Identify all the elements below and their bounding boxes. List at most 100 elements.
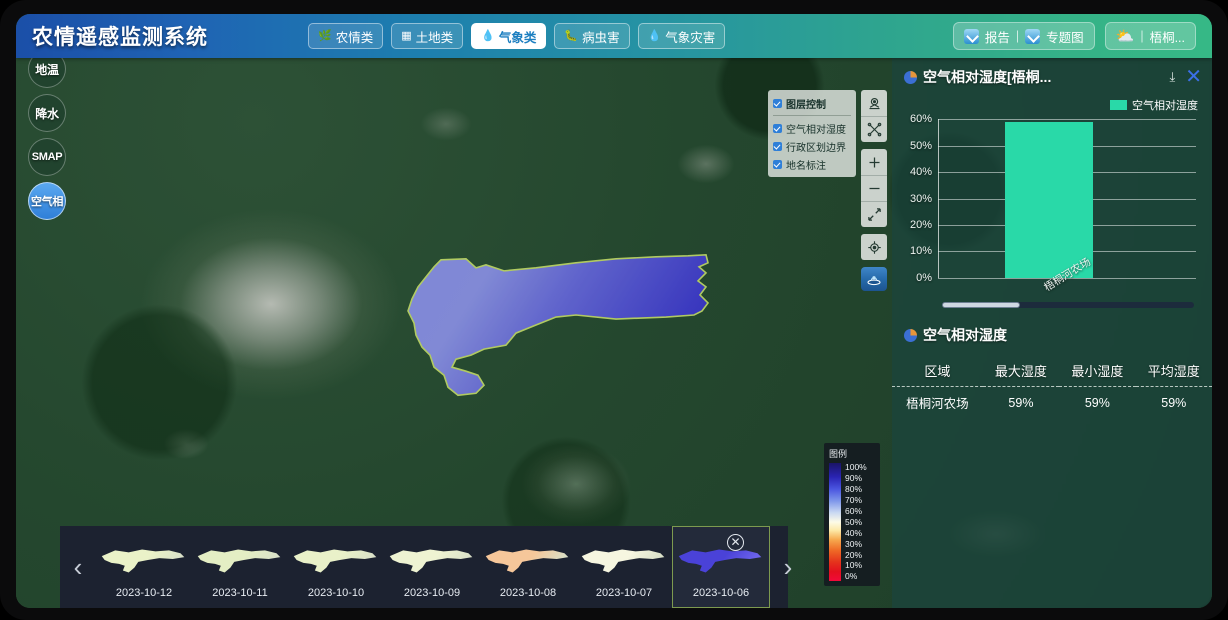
layer-item-humidity[interactable]: 空气相对湿度 — [773, 119, 851, 137]
pie-chart-icon — [904, 329, 917, 342]
water-drop-icon: 💧 — [481, 31, 495, 42]
app-screen: 农情遥感监测系统 🌿 农情类 ▦ 土地类 💧 气象类 🐛 病虫害 💧 气象灾害 — [16, 14, 1212, 608]
timeline-thumbnail — [288, 539, 384, 581]
tab-qixiang[interactable]: 💧 气象类 — [471, 23, 546, 49]
timeline-item-2023-10-06[interactable]: 2023-10-06 — [672, 526, 770, 608]
close-icon[interactable]: ✕ — [1185, 67, 1202, 87]
date-timeline: ‹ 2023-10-12 2023-10-11 2023-10-10 2023-10-… — [60, 526, 788, 608]
table-header-row: 区域 最大湿度 最小湿度 平均湿度 — [892, 355, 1212, 387]
tab-nongqing[interactable]: 🌿 农情类 — [308, 23, 383, 49]
table-header: 空气相对湿度 — [892, 316, 1212, 351]
timeline-thumbnail — [480, 539, 576, 581]
timeline-item-2023-10-07[interactable]: 2023-10-07 — [576, 526, 672, 608]
legend-title: 图例 — [829, 447, 876, 460]
basemap-layers-icon[interactable] — [861, 267, 887, 291]
map-tools — [861, 90, 887, 291]
timeline-item-date: 2023-10-12 — [116, 587, 172, 599]
download-icon — [1025, 29, 1040, 44]
column-header-avg: 平均湿度 — [1136, 355, 1212, 387]
checkbox-icon[interactable] — [773, 124, 782, 133]
timeline-item-date: 2023-10-09 — [404, 587, 460, 599]
zoom-out-icon[interactable] — [861, 175, 887, 201]
checkbox-icon[interactable] — [773, 99, 782, 108]
fullscreen-icon[interactable] — [861, 201, 887, 227]
y-tick-label: 30% — [910, 193, 932, 205]
y-tick-label: 50% — [910, 140, 932, 152]
download-icon[interactable]: ⤓ — [1169, 69, 1175, 85]
layer-control-panel: 图层控制 空气相对湿度 行政区划边界 地名标注 — [768, 90, 856, 177]
timeline-close-button[interactable]: ✕ — [727, 534, 744, 551]
legend-body: 100% 90% 80% 70% 60% 50% 40% 30% 20% 10%… — [829, 463, 876, 581]
locate-icon[interactable] — [861, 234, 887, 260]
chart-scrollbar-thumb[interactable] — [942, 302, 1020, 308]
quick-button-kongqixiang[interactable]: 空气相 — [28, 182, 66, 220]
timeline-item-date: 2023-10-11 — [212, 587, 267, 599]
timeline-thumbnail — [192, 539, 288, 581]
timeline-item-2023-10-08[interactable]: 2023-10-08 — [480, 526, 576, 608]
quick-button-jiangshui[interactable]: 降水 — [28, 94, 66, 132]
legend-label: 80% — [845, 485, 867, 494]
humidity-table: 区域 最大湿度 最小湿度 平均湿度 梧桐河农场 59% 59% 59% — [892, 355, 1212, 418]
layer-item-label: 地名标注 — [786, 157, 826, 172]
quick-button-label: 降水 — [35, 105, 58, 122]
timeline-thumbnail — [384, 539, 480, 581]
checkbox-icon[interactable] — [773, 160, 782, 169]
measure-icon[interactable] — [861, 116, 887, 142]
main-nav-tabs: 🌿 农情类 ▦ 土地类 💧 气象类 🐛 病虫害 💧 气象灾害 — [308, 23, 725, 49]
download-icon — [964, 29, 979, 44]
column-header-region: 区域 — [892, 355, 983, 387]
cell-max: 59% — [983, 387, 1059, 419]
chart-scrollbar[interactable] — [942, 302, 1194, 308]
map-tools-group-zoom — [861, 149, 887, 227]
app-header: 农情遥感监测系统 🌿 农情类 ▦ 土地类 💧 气象类 🐛 病虫害 💧 气象灾害 — [16, 14, 1212, 58]
legend-label: 90% — [845, 474, 867, 483]
legend-label: 20% — [845, 551, 867, 560]
water-drop-icon: 💧 — [648, 31, 662, 42]
chart-panel-actions: ⤓ ✕ — [1169, 67, 1202, 87]
timeline-prev-button[interactable]: ‹ — [60, 526, 96, 608]
map-quick-buttons: 地温 降水 SMAP 空气相 — [28, 50, 66, 226]
layer-item-label: 行政区划边界 — [786, 139, 846, 154]
column-header-min: 最小湿度 — [1059, 355, 1135, 387]
table-row[interactable]: 梧桐河农场 59% 59% 59% — [892, 387, 1212, 419]
separator: | — [1140, 29, 1143, 43]
bar-0[interactable] — [1005, 122, 1093, 278]
place-marker-icon[interactable] — [861, 90, 887, 116]
region-selector[interactable]: ⛅ | 梧桐... — [1105, 22, 1196, 50]
layer-item-boundary[interactable]: 行政区划边界 — [773, 137, 851, 155]
timeline-thumbnail — [576, 539, 672, 581]
tab-qixiangzaihai[interactable]: 💧 气象灾害 — [638, 23, 726, 49]
pie-chart-icon — [904, 71, 917, 84]
quick-button-smap[interactable]: SMAP — [28, 138, 66, 176]
land-grid-icon: ▦ — [401, 31, 411, 42]
timeline-item-2023-10-09[interactable]: 2023-10-09 — [384, 526, 480, 608]
report-button-label: 报告 — [985, 27, 1010, 46]
timeline-item-2023-10-12[interactable]: 2023-10-12 — [96, 526, 192, 608]
divider — [773, 115, 851, 116]
separator: | — [1016, 29, 1019, 43]
right-info-panel: 空气相对湿度[梧桐... ⤓ ✕ 空气相对湿度 60% 50% 40% 30% … — [892, 58, 1212, 608]
timeline-item-2023-10-10[interactable]: 2023-10-10 — [288, 526, 384, 608]
zoom-in-icon[interactable] — [861, 149, 887, 175]
y-tick-label: 0% — [916, 272, 932, 284]
timeline-next-button[interactable]: › — [770, 526, 806, 608]
timeline-item-date: 2023-10-10 — [308, 587, 364, 599]
header-actions: 报告 | 专题图 ⛅ | 梧桐... — [953, 22, 1196, 50]
tab-bingchonghai[interactable]: 🐛 病虫害 — [554, 23, 629, 49]
tab-label: 病虫害 — [582, 27, 620, 46]
device-bezel: 农情遥感监测系统 🌿 农情类 ▦ 土地类 💧 气象类 🐛 病虫害 💧 气象灾害 — [0, 0, 1228, 620]
chart-legend[interactable]: 空气相对湿度 — [1110, 97, 1198, 113]
table-title: 空气相对湿度 — [923, 325, 1007, 345]
map-tools-group-locate — [861, 234, 887, 260]
timeline-item-2023-10-11[interactable]: 2023-10-11 — [192, 526, 288, 608]
layer-item-placename[interactable]: 地名标注 — [773, 155, 851, 173]
pest-icon: 🐛 — [564, 31, 578, 42]
quick-button-label: 空气相 — [31, 193, 63, 209]
timeline-item-date: 2023-10-07 — [596, 587, 652, 599]
legend-label: 40% — [845, 529, 867, 538]
checkbox-icon[interactable] — [773, 142, 782, 151]
report-group[interactable]: 报告 | 专题图 — [953, 22, 1095, 50]
tab-tudi[interactable]: ▦ 土地类 — [391, 23, 463, 49]
layer-control-header[interactable]: 图层控制 — [773, 94, 851, 112]
legend-label: 100% — [845, 463, 867, 472]
